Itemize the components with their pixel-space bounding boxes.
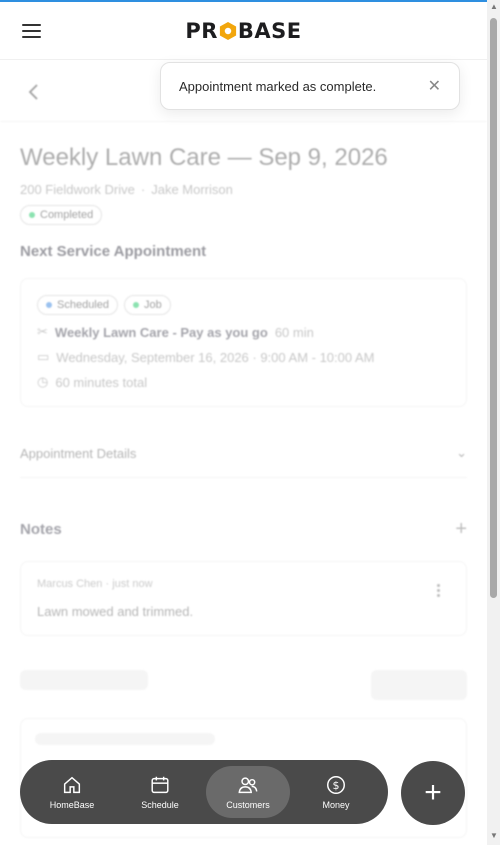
appointment-details-label: Appointment Details xyxy=(20,445,137,461)
service-date-time: Wednesday, September 16, 2026 · 9:00 AM … xyxy=(56,349,375,365)
nav-schedule[interactable]: Schedule xyxy=(118,766,202,818)
probase-logo[interactable]: PR BASE xyxy=(185,19,301,43)
skeleton-line xyxy=(35,733,215,745)
chevron-down-icon: ⌄ xyxy=(456,445,467,460)
appointment-customer[interactable]: Jake Morrison xyxy=(151,182,233,197)
next-service-card[interactable]: Scheduled Job ✂ Weekly Lawn Care - Pay a… xyxy=(20,278,467,407)
dollar-icon: $ xyxy=(327,776,345,794)
appointment-details-toggle[interactable]: Appointment Details ⌄ xyxy=(20,445,467,478)
page-body: Weekly Lawn Care — Sep 9, 2026 200 Field… xyxy=(0,60,487,838)
appointment-subline: 200 Fieldwork Drive · Jake Morrison xyxy=(20,182,467,197)
note-author: Marcus Chen xyxy=(37,578,103,590)
hamburger-menu-icon[interactable] xyxy=(22,24,41,38)
logo-text-right: BASE xyxy=(237,18,302,43)
notes-title: Notes xyxy=(20,521,62,538)
status-dot-icon xyxy=(29,212,35,218)
nav-customers-label: Customers xyxy=(226,800,270,810)
scroll-down-icon[interactable]: ▼ xyxy=(490,832,498,840)
add-fab-button[interactable]: + xyxy=(401,761,465,825)
nav-schedule-label: Schedule xyxy=(141,800,179,810)
service-total: 60 minutes total xyxy=(55,374,148,390)
job-dot-icon xyxy=(133,302,139,308)
scheduled-dot-icon xyxy=(46,302,52,308)
notes-header: Notes + xyxy=(20,518,467,541)
nav-customers[interactable]: Customers xyxy=(206,766,290,818)
note-more-icon[interactable] xyxy=(437,584,440,597)
clock-icon: ◷ xyxy=(37,374,49,389)
note-text: Lawn mowed and trimmed. xyxy=(37,604,194,619)
close-icon[interactable]: ✕ xyxy=(428,76,441,96)
total-row: ◷ 60 minutes total xyxy=(37,374,450,390)
svg-text:$: $ xyxy=(333,779,340,792)
scroll-up-icon[interactable]: ▲ xyxy=(490,3,498,11)
skeleton-title xyxy=(20,670,148,690)
service-duration: 60 min xyxy=(274,324,314,340)
note-card: Marcus Chen · just now Lawn mowed and tr… xyxy=(20,561,467,636)
skeleton-button xyxy=(371,670,467,700)
app-page: PR BASE Weekly Lawn Care — Sep 9, 2026 2… xyxy=(0,2,487,845)
next-service-title: Next Service Appointment xyxy=(20,243,207,260)
bottom-navigation: HomeBase Schedule Customers $ Money xyxy=(20,760,388,824)
logo-text-left: PR xyxy=(185,18,218,43)
nav-homebase[interactable]: HomeBase xyxy=(30,766,114,818)
toast-message: Appointment marked as complete. xyxy=(179,78,377,94)
calendar-small-icon: ▭ xyxy=(37,349,50,364)
home-icon xyxy=(63,776,81,794)
service-name: Weekly Lawn Care - Pay as you go xyxy=(54,324,268,340)
status-badge: Completed xyxy=(20,205,103,225)
back-arrow-icon[interactable] xyxy=(26,82,42,102)
nav-money-label: Money xyxy=(322,800,350,810)
app-header: PR BASE xyxy=(0,2,487,60)
appointment-address[interactable]: 200 Fieldwork Drive xyxy=(20,182,135,197)
scheduled-badge-label: Scheduled xyxy=(57,299,109,311)
loading-skeleton-row xyxy=(20,670,467,700)
nav-homebase-label: HomeBase xyxy=(49,800,95,810)
service-row: ✂ Weekly Lawn Care - Pay as you go 60 mi… xyxy=(37,324,450,340)
success-toast: Appointment marked as complete. ✕ xyxy=(160,62,460,110)
appointment-title: Weekly Lawn Care — Sep 9, 2026 xyxy=(20,144,388,171)
date-row: ▭ Wednesday, September 16, 2026 · 9:00 A… xyxy=(37,349,450,365)
job-badge-label: Job xyxy=(144,299,162,311)
status-label: Completed xyxy=(40,209,94,221)
tools-icon: ✂ xyxy=(37,324,48,339)
logo-hexagon-icon xyxy=(219,21,237,40)
job-badge: Job xyxy=(124,295,171,315)
note-time: just now xyxy=(112,578,153,590)
separator: · xyxy=(140,182,146,197)
calendar-icon xyxy=(151,776,169,794)
nav-money[interactable]: $ Money xyxy=(294,766,378,818)
note-meta: Marcus Chen · just now xyxy=(37,578,153,590)
scrollbar-thumb[interactable] xyxy=(490,18,497,598)
scheduled-badge: Scheduled xyxy=(37,295,118,315)
add-note-icon[interactable]: + xyxy=(455,518,467,541)
users-icon xyxy=(238,777,258,794)
page-scrollbar[interactable]: ▲ ▼ xyxy=(487,0,500,845)
